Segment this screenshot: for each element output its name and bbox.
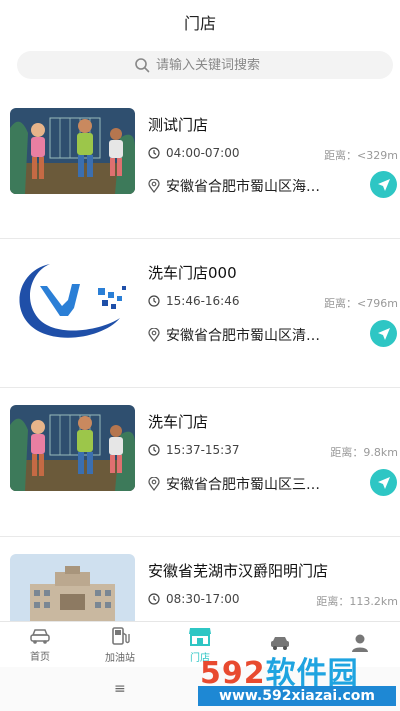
store-name: 测试门店 xyxy=(148,116,209,134)
navigation-arrow-icon xyxy=(377,178,390,191)
menu-icon[interactable]: ≡ xyxy=(114,681,126,697)
navigation-arrow-icon xyxy=(377,476,390,489)
search-input[interactable] xyxy=(156,57,276,73)
navigate-button[interactable] xyxy=(370,469,397,496)
clock-icon xyxy=(148,147,160,159)
store-list[interactable]: 测试门店 04:00-07:00 距离：<329m 安徽省合肥市蜀山区海… 洗车… xyxy=(0,90,400,621)
tab-gas-station[interactable]: 加油站 xyxy=(80,622,160,667)
watermark-url: www.592xiazai.com xyxy=(198,686,396,706)
tab-home-label: 首页 xyxy=(30,651,50,663)
page-title: 门店 xyxy=(183,14,216,33)
location-pin-icon xyxy=(148,179,160,193)
search-bar[interactable] xyxy=(17,51,393,79)
store-hours: 04:00-07:00 xyxy=(148,146,240,160)
clock-icon xyxy=(148,593,160,605)
store-address-text: 安徽省合肥市蜀山区三… xyxy=(166,477,320,493)
store-name: 洗车门店 xyxy=(148,413,209,431)
store-address-text: 安徽省合肥市蜀山区清… xyxy=(166,328,320,344)
store-distance: 距离：<796m xyxy=(324,297,398,310)
store-icon xyxy=(189,627,211,646)
navigate-button[interactable] xyxy=(370,320,397,347)
store-thumbnail-dancers xyxy=(10,405,135,491)
tab-gas-station-label: 加油站 xyxy=(105,652,135,664)
store-thumbnail-dancers xyxy=(10,108,135,194)
store-hours-text: 15:46-16:46 xyxy=(166,294,240,308)
store-distance: 距离：113.2km xyxy=(316,595,398,608)
navigate-button[interactable] xyxy=(370,171,397,198)
watermark-logo: 592软件园 www.592xiazai.com xyxy=(198,648,398,708)
location-pin-icon xyxy=(148,477,160,491)
location-pin-icon xyxy=(148,328,160,342)
search-icon xyxy=(135,58,150,73)
store-address: 安徽省合肥市蜀山区海… xyxy=(148,176,320,196)
store-address-text: 安徽省合肥市蜀山区海… xyxy=(166,179,320,195)
page-header: 门店 xyxy=(0,0,400,44)
store-thumbnail-logo xyxy=(10,256,135,342)
store-item[interactable]: 安徽省芜湖市汉爵阳明门店 08:30-17:00 距离：113.2km xyxy=(0,537,400,621)
fuel-pump-icon xyxy=(112,626,130,645)
car-icon xyxy=(30,628,50,644)
store-hours-text: 08:30-17:00 xyxy=(166,592,240,606)
clock-icon xyxy=(148,444,160,456)
store-hours: 15:46-16:46 xyxy=(148,294,240,308)
store-name: 安徽省芜湖市汉爵阳明门店 xyxy=(148,562,329,580)
store-item[interactable]: 洗车门店000 15:46-16:46 距离：<796m 安徽省合肥市蜀山区清… xyxy=(0,239,400,388)
store-name: 洗车门店000 xyxy=(148,264,237,282)
tab-home[interactable]: 首页 xyxy=(0,622,80,667)
navigation-arrow-icon xyxy=(377,327,390,340)
store-hours-text: 04:00-07:00 xyxy=(166,146,240,160)
store-thumbnail-building xyxy=(10,554,135,621)
store-address: 安徽省合肥市蜀山区三… xyxy=(148,474,320,494)
store-hours: 15:37-15:37 xyxy=(148,443,240,457)
store-hours: 08:30-17:00 xyxy=(148,592,240,606)
store-hours-text: 15:37-15:37 xyxy=(166,443,240,457)
store-item[interactable]: 洗车门店 15:37-15:37 距离：9.8km 安徽省合肥市蜀山区三… xyxy=(0,388,400,537)
store-distance: 距离：9.8km xyxy=(330,446,398,459)
store-distance: 距离：<329m xyxy=(324,149,398,162)
store-address: 安徽省合肥市蜀山区清… xyxy=(148,325,320,345)
store-item[interactable]: 测试门店 04:00-07:00 距离：<329m 安徽省合肥市蜀山区海… xyxy=(0,90,400,239)
clock-icon xyxy=(148,295,160,307)
